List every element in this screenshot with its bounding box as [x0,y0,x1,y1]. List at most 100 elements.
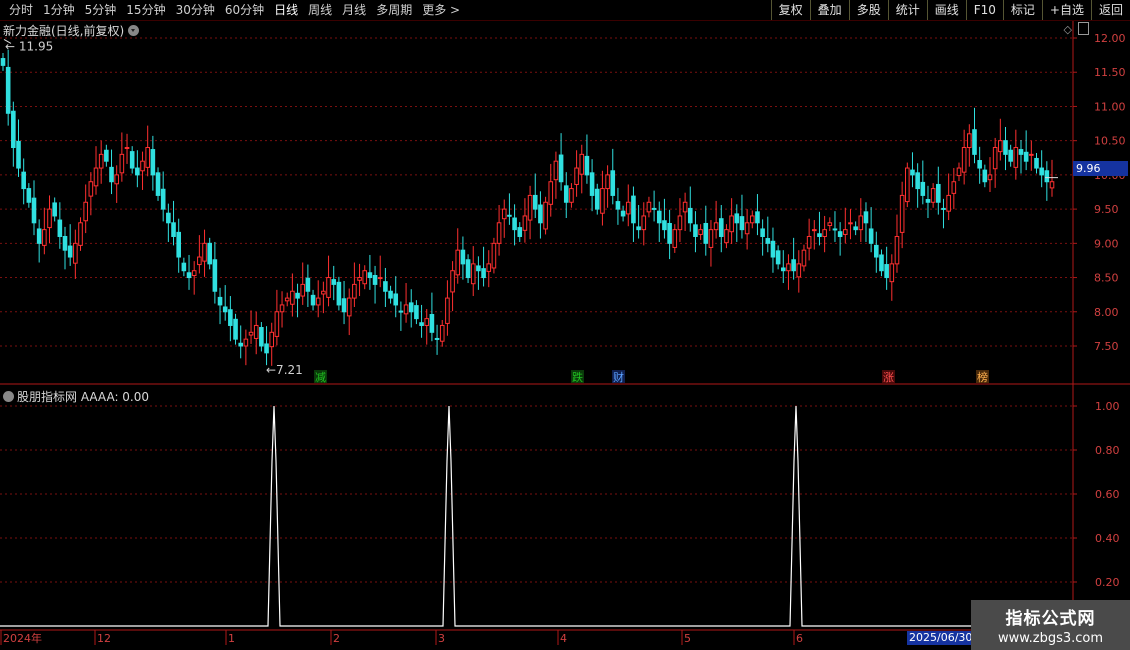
candle-body [140,160,145,172]
candle-body [982,169,988,183]
candle-body [620,210,626,217]
price-tick-label: 11.00 [1094,100,1126,113]
candle-body [941,207,946,210]
candle-body [553,160,559,181]
candle-body [801,249,807,267]
candle-body [1013,147,1019,168]
date-tick-label: 2 [333,632,340,645]
candle-body [248,331,254,336]
date-tick-label: 6 [796,632,803,645]
candle-body [600,188,605,214]
candle-body [811,229,817,232]
chevron-down-icon[interactable] [3,391,14,402]
candle-body [181,262,187,272]
candle-body [522,215,528,231]
candle-body [290,290,295,305]
candle-body [460,249,466,265]
candle-body [155,172,161,196]
candle-body [119,153,125,174]
candle-body [305,277,311,292]
candle-body [729,215,734,233]
kline-title[interactable]: 新力金融(日线,前复权) [3,22,140,39]
candle-body [817,233,822,237]
stock-chart[interactable]: 12.0011.5011.0010.5010.009.509.008.508.0… [0,0,1130,650]
candle-body [843,229,848,235]
candle-body [874,244,879,258]
candle-body [920,181,926,196]
candle-body [393,293,399,306]
candle-body [915,172,920,190]
candle-body [202,242,207,262]
price-tick-label: 11.50 [1094,66,1126,79]
candle-body [703,222,709,244]
candle-body [212,259,218,292]
aaaa-signal-line [0,405,1073,627]
candle-body [5,66,11,114]
candle-body [367,272,373,279]
candle-body [491,242,497,269]
candle-body [708,229,714,248]
candle-body [775,250,781,265]
indicator-tick-label: 1.00 [1095,400,1120,413]
candle-body [548,181,554,205]
candle-body [930,188,936,203]
candle-body [486,263,492,272]
price-tick-label: 8.00 [1094,306,1119,319]
candle-body [889,263,895,283]
candle-body [563,185,569,203]
candle-body [98,153,104,169]
candle-body [450,270,455,293]
candle-body [310,294,316,306]
candle-body [538,204,543,224]
candle-body [403,304,409,315]
candle-body [998,140,1003,153]
candle-body [150,149,156,176]
chevron-down-icon[interactable] [128,25,140,36]
candle-body [321,290,326,295]
candle-body [749,215,755,224]
candle-body [264,343,269,354]
candle-body [1008,149,1013,162]
candle-body [579,153,585,175]
candle-body [739,216,745,231]
candle-body [476,265,481,272]
candle-body [987,174,993,181]
candle-body [682,201,688,213]
candle-body [636,226,641,231]
candle-body [197,256,202,266]
candle-body [176,231,181,258]
candle-body [507,214,512,217]
watermark-title: 指标公式网 [1005,609,1096,629]
candle-body [233,318,238,340]
candle-body [414,305,419,320]
candle-body [780,267,786,272]
candle-body [166,212,171,224]
candle-body [899,194,905,233]
candle-body [429,314,435,333]
candle-body [408,302,414,313]
candle-body [346,297,352,317]
low-label: ←7.21 [266,363,303,377]
candle-body [718,218,724,237]
candle-body [625,201,631,215]
candle-body [222,306,228,313]
candle-body [93,167,99,187]
candle-body [228,309,233,326]
diamond-icon[interactable]: ◇ [1064,23,1072,36]
candle-body [651,207,657,210]
candle-body [770,240,776,258]
candle-body [124,147,130,150]
price-tick-label: 9.50 [1094,203,1119,216]
event-marker: 涨 [883,371,894,384]
panel-toggle-icon[interactable] [1078,22,1089,35]
current-date-badge: 2025/06/30/ [907,631,975,645]
candle-body [439,324,445,342]
candle-body [52,202,57,217]
indicator-title[interactable]: 股朋指标网 AAAA: 0.00 [3,388,149,405]
event-marker: 跌 [572,370,583,384]
candle-body [806,235,812,249]
candle-body [569,188,574,203]
indicator-line [0,405,1073,627]
candle-body [956,167,962,177]
candle-body [972,129,977,155]
